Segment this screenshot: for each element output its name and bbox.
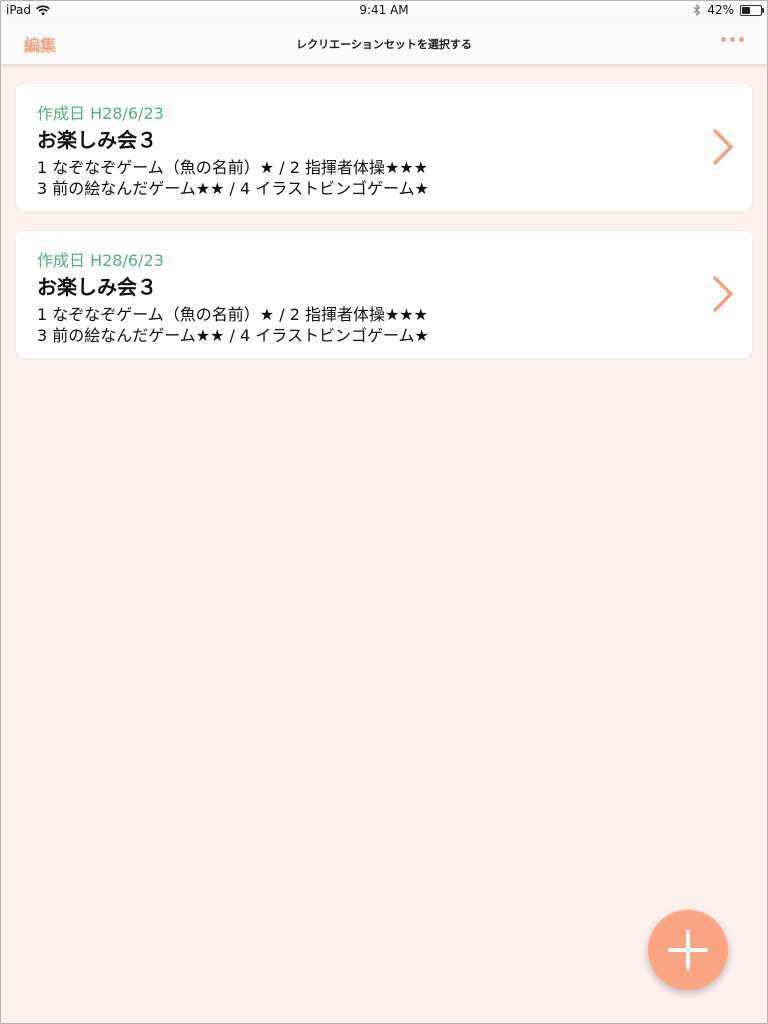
battery-icon bbox=[740, 4, 764, 16]
card-date: 作成日 H28/6/23 bbox=[37, 251, 164, 270]
more-dots-icon[interactable] bbox=[721, 37, 744, 42]
add-set-button[interactable] bbox=[648, 910, 728, 990]
card-title: お楽しみ会３ bbox=[37, 128, 157, 152]
more-dot bbox=[721, 37, 726, 42]
chevron-right-icon[interactable] bbox=[712, 128, 734, 166]
card-games-line-2: 3 前の絵なんだゲーム★★ / 4 イラストビンゴゲーム★ bbox=[37, 326, 429, 345]
recreation-set-list: 作成日 H28/6/23 お楽しみ会３ 1 なぞなぞゲーム（魚の名前）★ / 2… bbox=[16, 84, 752, 378]
recreation-set-card[interactable]: 作成日 H28/6/23 お楽しみ会３ 1 なぞなぞゲーム（魚の名前）★ / 2… bbox=[16, 231, 752, 358]
more-dot bbox=[730, 37, 735, 42]
battery-level bbox=[742, 6, 750, 14]
card-title: お楽しみ会３ bbox=[37, 275, 157, 299]
card-games-line-2: 3 前の絵なんだゲーム★★ / 4 イラストビンゴゲーム★ bbox=[37, 179, 429, 198]
plus-icon bbox=[686, 930, 690, 970]
nav-bar: 編集 レクリエーションセットを選択する bbox=[0, 22, 768, 64]
recreation-set-card[interactable]: 作成日 H28/6/23 お楽しみ会３ 1 なぞなぞゲーム（魚の名前）★ / 2… bbox=[16, 84, 752, 211]
card-date: 作成日 H28/6/23 bbox=[37, 104, 164, 123]
status-bar: iPad 9:41 AM 42% bbox=[0, 0, 768, 22]
bluetooth-icon bbox=[693, 4, 701, 16]
status-right: 42% bbox=[693, 3, 764, 17]
chevron-right-icon[interactable] bbox=[712, 275, 734, 313]
page-title: レクリエーションセットを選択する bbox=[296, 38, 472, 51]
more-dot bbox=[739, 37, 744, 42]
battery-percent: 42% bbox=[707, 3, 734, 17]
status-time: 9:41 AM bbox=[359, 3, 409, 17]
